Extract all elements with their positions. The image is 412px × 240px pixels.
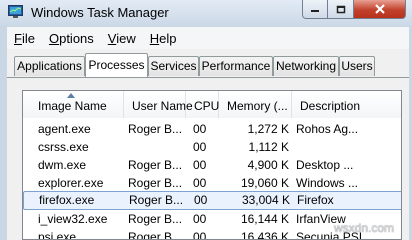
cell-user-name: Roger B... xyxy=(128,230,183,240)
maximize-icon xyxy=(336,5,345,13)
cell-memory: 19,060 K xyxy=(240,176,289,190)
menu-options-label: ptions xyxy=(59,30,94,46)
task-manager-app-icon xyxy=(8,5,23,18)
cell-memory: 1,272 K xyxy=(247,122,289,136)
cell-image-name: csrss.exe xyxy=(38,140,89,154)
tab-networking[interactable]: Networking xyxy=(273,56,339,76)
cell-cpu: 00 xyxy=(193,212,207,226)
process-list[interactable]: Image Name User Name CPU Memory (... Des… xyxy=(22,90,402,240)
window-title: Windows Task Manager xyxy=(31,5,169,20)
minimize-icon xyxy=(311,10,319,12)
table-row[interactable]: agent.exe Roger B... 00 1,272 K Rohos Ag… xyxy=(23,120,401,138)
tab-strip: Applications Processes Services Performa… xyxy=(7,49,409,79)
column-header-description[interactable]: Description xyxy=(292,91,401,118)
column-header-row: Image Name User Name CPU Memory (... Des… xyxy=(23,91,401,118)
cell-memory: 1,112 K xyxy=(248,140,289,154)
maximize-button[interactable] xyxy=(328,0,354,19)
cell-cpu: 00 xyxy=(193,176,207,190)
table-row-selected[interactable]: firefox.exe Roger B... 00 33,004 K Firef… xyxy=(23,191,401,210)
cell-description: Firefox xyxy=(297,193,334,207)
cell-image-name: i_view32.exe xyxy=(38,212,108,226)
menu-bar: File Options View Help xyxy=(7,27,409,49)
column-header-image-name[interactable]: Image Name xyxy=(23,91,124,118)
tab-users[interactable]: Users xyxy=(339,56,375,76)
cell-user-name: Roger B... xyxy=(129,193,184,207)
column-header-cpu[interactable]: CPU xyxy=(186,91,219,118)
cell-cpu: 00 xyxy=(194,193,208,207)
cell-memory: 4,900 K xyxy=(247,158,289,172)
cell-image-name: dwm.exe xyxy=(38,158,87,172)
table-row[interactable]: csrss.exe 00 1,112 K xyxy=(23,138,401,156)
cell-user-name: Roger B... xyxy=(128,212,183,226)
tab-services[interactable]: Services xyxy=(148,56,199,76)
cell-memory: 16,436 K xyxy=(240,230,289,240)
menu-view[interactable]: View xyxy=(101,31,143,46)
menu-options[interactable]: Options xyxy=(42,31,101,46)
cell-image-name: explorer.exe xyxy=(38,176,104,190)
tab-performance[interactable]: Performance xyxy=(199,56,273,76)
close-button[interactable] xyxy=(354,0,406,19)
menu-help[interactable]: Help xyxy=(143,31,184,46)
cell-user-name: Roger B... xyxy=(128,122,183,136)
cell-description xyxy=(296,138,401,156)
menu-help-label: elp xyxy=(159,30,177,46)
cell-image-name: psi.exe xyxy=(38,230,77,240)
cell-memory: 16,144 K xyxy=(240,212,289,226)
cell-image-name: firefox.exe xyxy=(39,193,95,207)
cell-user-name xyxy=(128,138,184,156)
cell-user-name: Roger B... xyxy=(128,176,183,190)
cell-cpu: 00 xyxy=(193,140,207,154)
watermark: wsxdn.com xyxy=(334,221,395,235)
task-manager-window: Windows Task Manager File Options View H… xyxy=(0,0,412,240)
menu-file-accel: F xyxy=(14,30,22,46)
close-icon xyxy=(374,4,385,14)
cell-description: Windows ... xyxy=(296,176,359,190)
tab-processes[interactable]: Processes xyxy=(85,53,148,77)
menu-file[interactable]: File xyxy=(7,31,42,46)
cell-description: Desktop ... xyxy=(296,158,354,172)
column-header-user-name[interactable]: User Name xyxy=(124,91,193,118)
cell-memory: 33,004 K xyxy=(241,193,290,207)
menu-view-accel: V xyxy=(107,30,117,46)
menu-options-accel: O xyxy=(48,30,60,46)
menu-file-label: ile xyxy=(21,30,35,46)
window-controls xyxy=(302,0,406,20)
cell-description: Rohos Ag... xyxy=(296,122,359,136)
menu-help-accel: H xyxy=(149,30,160,46)
tab-applications[interactable]: Applications xyxy=(14,56,85,76)
minimize-button[interactable] xyxy=(302,0,328,19)
table-row[interactable]: dwm.exe Roger B... 00 4,900 K Desktop ..… xyxy=(23,156,401,174)
column-header-memory[interactable]: Memory (... xyxy=(219,91,292,118)
cell-cpu: 00 xyxy=(193,158,207,172)
cell-image-name: agent.exe xyxy=(38,122,91,136)
cell-cpu: 00 xyxy=(193,230,207,240)
cell-user-name: Roger B... xyxy=(128,158,183,172)
cell-cpu: 00 xyxy=(193,122,207,136)
menu-view-label: iew xyxy=(116,30,136,46)
title-bar[interactable]: Windows Task Manager xyxy=(0,0,412,26)
table-row[interactable]: explorer.exe Roger B... 00 19,060 K Wind… xyxy=(23,174,401,192)
